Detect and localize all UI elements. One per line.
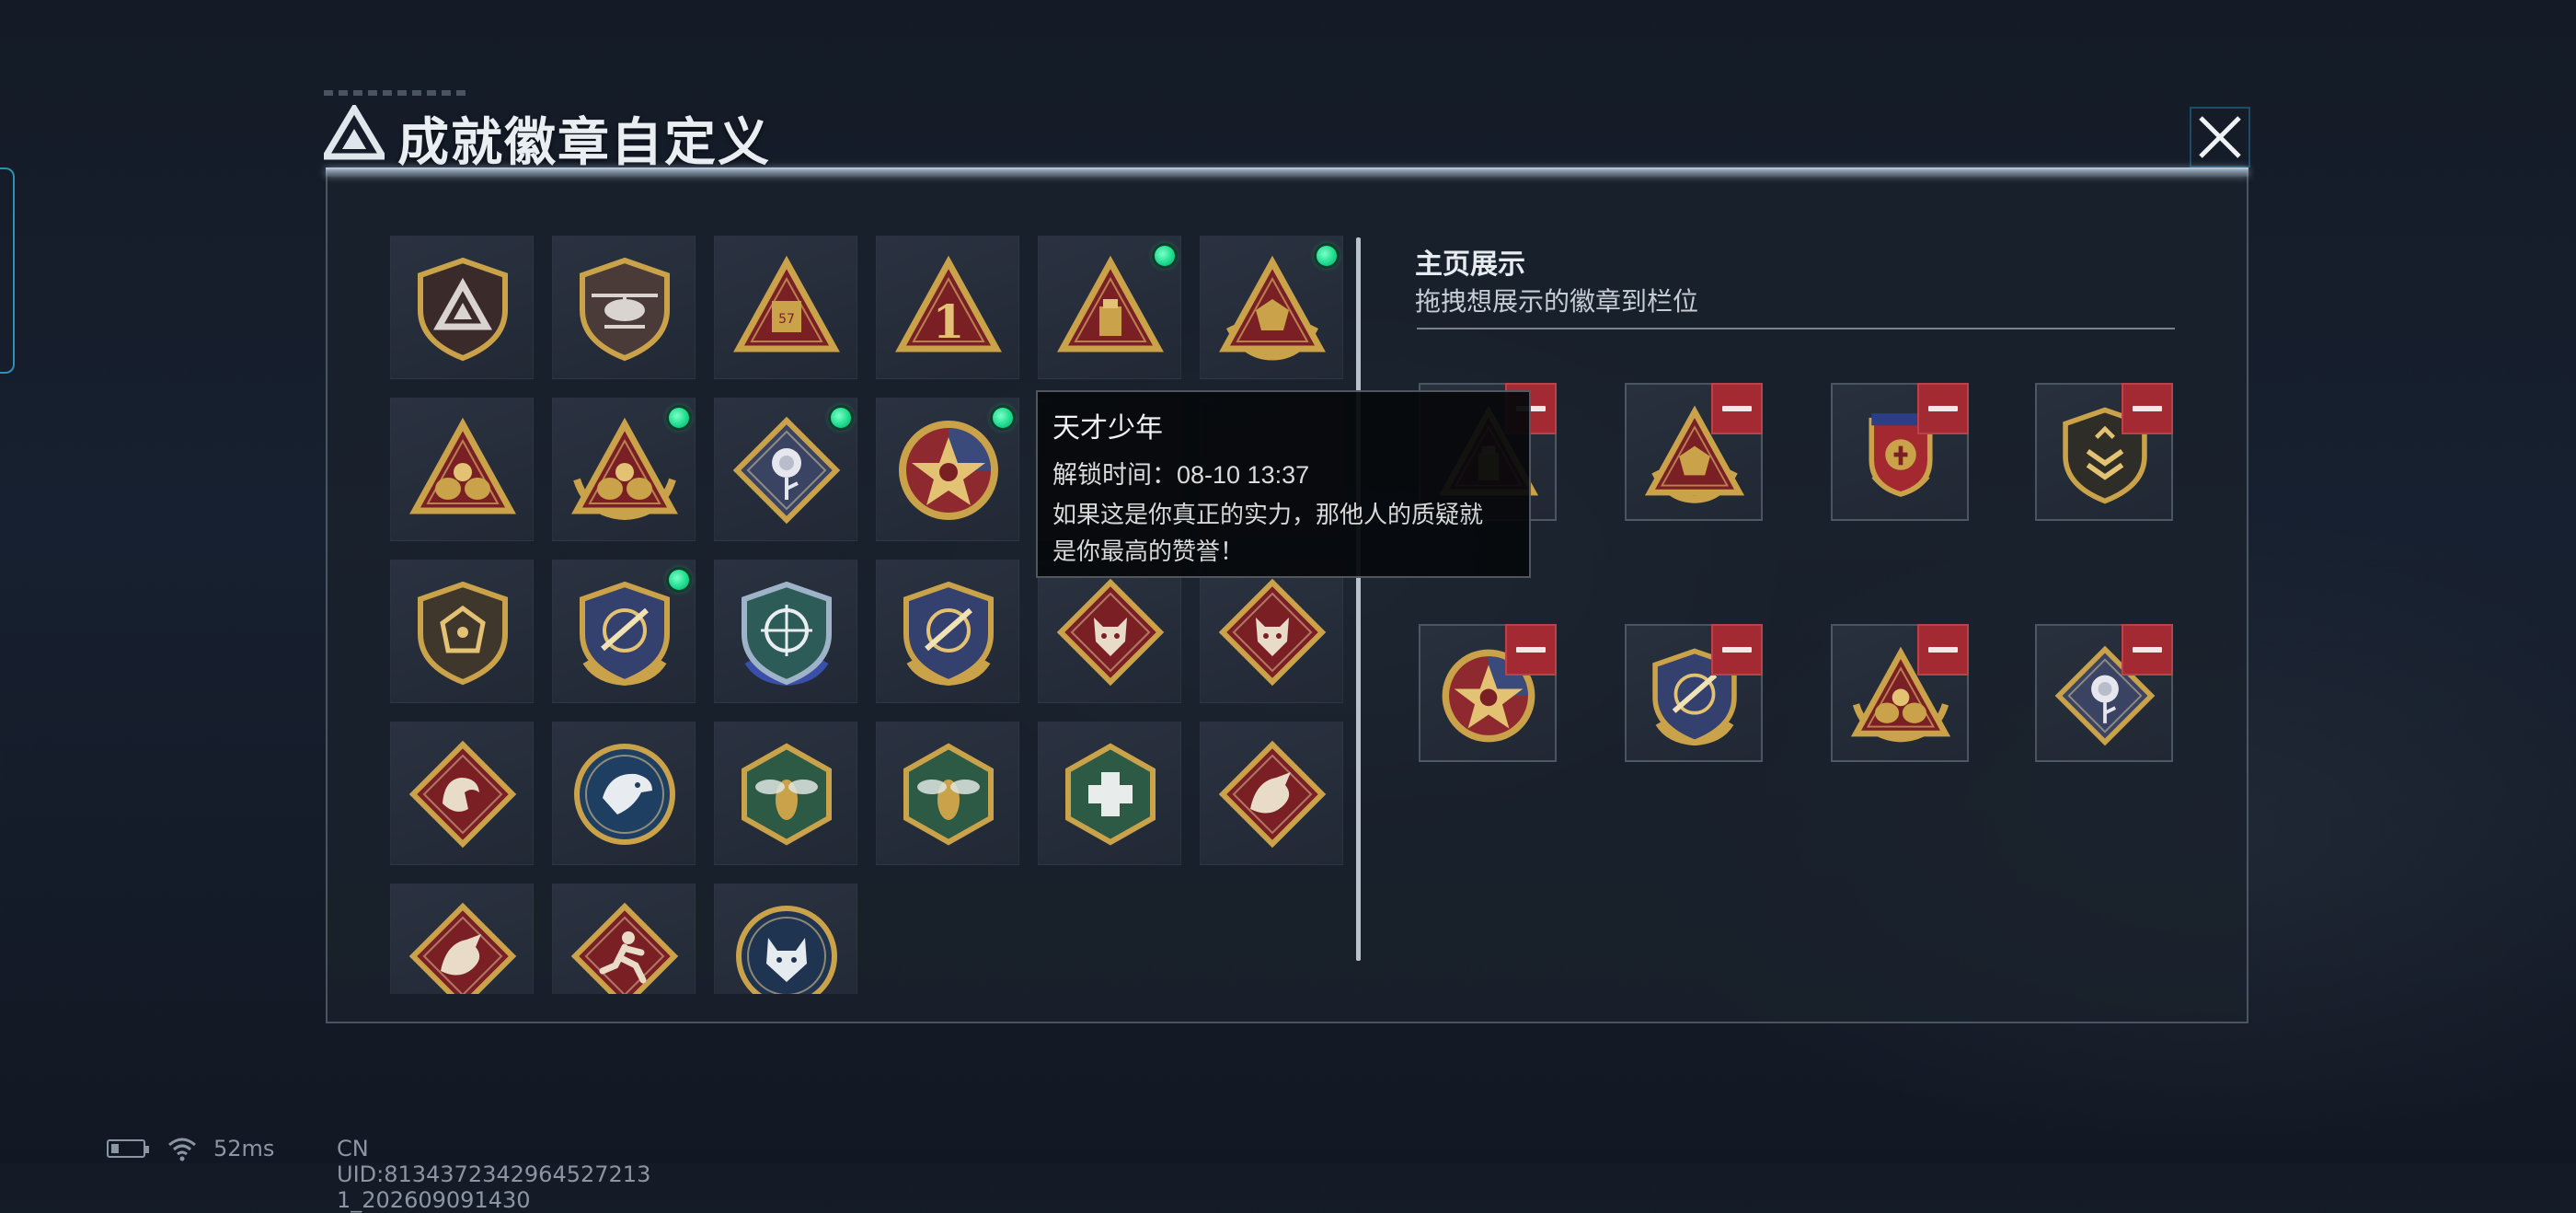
close-x-icon[interactable]	[2190, 107, 2250, 168]
minus-icon[interactable]	[1711, 624, 1763, 676]
medkit-hexagon-icon	[1065, 743, 1156, 846]
hornet-hexagon-icon	[903, 743, 994, 846]
rose-diamond-icon	[732, 416, 841, 525]
triangle-dice-wreath-icon	[1219, 255, 1326, 361]
badge-cell[interactable]	[552, 722, 696, 865]
minus-icon[interactable]	[1505, 624, 1557, 676]
showcase-slot[interactable]	[1625, 624, 1763, 762]
dialog-title: 成就徽章自定义	[397, 113, 771, 171]
wifi-icon	[168, 1138, 196, 1161]
badge-tooltip: 天才少年 解锁时间：08-10 13:37 如果这是你真正的实力，那他人的质疑就…	[1036, 390, 1531, 578]
panel-divider	[1356, 237, 1361, 961]
triangle-bears-laurel-icon	[571, 417, 678, 521]
triangle-bears-icon	[409, 417, 516, 514]
badge-cell[interactable]	[1038, 236, 1181, 379]
tooltip-description: 如果这是你真正的实力，那他人的质疑就 是你最高的赞誉！	[1052, 496, 1514, 570]
new-indicator-dot	[1317, 246, 1337, 266]
wolf-diamond-icon	[1056, 578, 1165, 687]
badge-cell[interactable]	[552, 884, 696, 994]
badge-cell[interactable]	[714, 398, 857, 541]
new-indicator-dot	[1155, 246, 1175, 266]
minus-icon[interactable]	[1917, 624, 1969, 676]
eagle-circle-icon	[574, 744, 675, 845]
new-indicator-dot	[831, 408, 851, 428]
runner-diamond-icon	[570, 902, 679, 994]
tooltip-desc-line1: 如果这是你真正的实力，那他人的质疑就	[1052, 501, 1484, 528]
svg-text:1: 1	[933, 295, 965, 349]
badge-cell[interactable]	[1038, 722, 1181, 865]
shield-triangle-emblem-icon	[418, 257, 508, 362]
new-indicator-dot	[669, 408, 689, 428]
triangle-usb-icon	[1057, 255, 1164, 352]
lynx-circle-icon	[736, 906, 837, 994]
dragon-diamond-icon	[1218, 740, 1327, 849]
dragon-diamond-icon	[408, 902, 517, 994]
triangle-number-1-icon: 1	[895, 255, 1002, 352]
showcase-slot[interactable]	[1625, 383, 1763, 521]
showcase-title: 主页展示	[1415, 249, 1525, 280]
svg-text:57: 57	[778, 312, 795, 327]
badge-grid: 57 1	[390, 236, 1347, 994]
badge-cell[interactable]	[876, 722, 1019, 865]
dice-shield-icon	[418, 581, 508, 686]
showcase-slot[interactable]	[1831, 624, 1969, 762]
crosshair-shield-blue-icon	[742, 581, 832, 687]
flexing-arm-diamond-icon	[408, 740, 517, 849]
badge-cell[interactable]	[390, 722, 534, 865]
battery-icon	[107, 1139, 149, 1158]
badge-cell[interactable]	[552, 398, 696, 541]
badge-cell[interactable]	[390, 398, 534, 541]
uid-readout: CN UID:8134372342964527213 1_20260909143…	[337, 1136, 651, 1213]
badge-cell[interactable]	[876, 560, 1019, 703]
new-indicator-dot	[669, 570, 689, 590]
badge-cell[interactable]	[1200, 236, 1343, 379]
badge-cell[interactable]	[876, 398, 1019, 541]
star-medal-icon	[899, 421, 998, 520]
triangle-57-crate-icon: 57	[733, 255, 840, 352]
badge-cell[interactable]	[714, 884, 857, 994]
badge-cell[interactable]	[390, 236, 534, 379]
showcase-separator	[1417, 328, 2175, 329]
title-decoration	[324, 90, 471, 96]
badge-cell[interactable]	[1038, 560, 1181, 703]
badge-cell[interactable]	[552, 560, 696, 703]
rifle-shield-laurel-icon	[580, 581, 670, 687]
hornet-hexagon-icon	[742, 743, 832, 846]
minus-icon[interactable]	[2122, 624, 2173, 676]
dialog-header: 成就徽章自定义	[324, 90, 2265, 175]
badge-cell[interactable]	[552, 236, 696, 379]
badge-cell[interactable]	[390, 884, 534, 994]
tooltip-title: 天才少年	[1052, 413, 1163, 444]
badge-cell[interactable]	[1200, 560, 1343, 703]
showcase-slot[interactable]	[2035, 624, 2173, 762]
tooltip-unlock-time: 解锁时间：08-10 13:37	[1052, 461, 1310, 489]
minus-icon[interactable]	[1917, 383, 1969, 434]
showcase-subtitle: 拖拽想展示的徽章到栏位	[1415, 287, 1699, 316]
minus-icon[interactable]	[2122, 383, 2173, 434]
badge-cell[interactable]	[714, 560, 857, 703]
new-indicator-dot	[993, 408, 1013, 428]
rifle-shield-gold-icon	[903, 581, 994, 687]
badge-cell[interactable]: 1	[876, 236, 1019, 379]
tooltip-desc-line2: 是你最高的赞誉！	[1052, 537, 1245, 565]
badge-cell[interactable]	[1200, 722, 1343, 865]
helicopter-shield-icon	[580, 257, 670, 362]
badge-cell[interactable]	[390, 560, 534, 703]
panel-top-accent	[326, 168, 2248, 177]
minus-icon[interactable]	[1711, 383, 1763, 434]
triangle-logo-icon	[324, 105, 385, 160]
badge-cell[interactable]: 57	[714, 236, 857, 379]
wolf-diamond-icon	[1218, 578, 1327, 687]
badge-cell[interactable]	[714, 722, 857, 865]
showcase-slot[interactable]	[1831, 383, 1969, 521]
side-edge-tab[interactable]	[0, 168, 15, 374]
ping-readout: 52ms	[213, 1136, 275, 1161]
showcase-slot[interactable]	[2035, 383, 2173, 521]
showcase-slot[interactable]	[1419, 624, 1557, 762]
